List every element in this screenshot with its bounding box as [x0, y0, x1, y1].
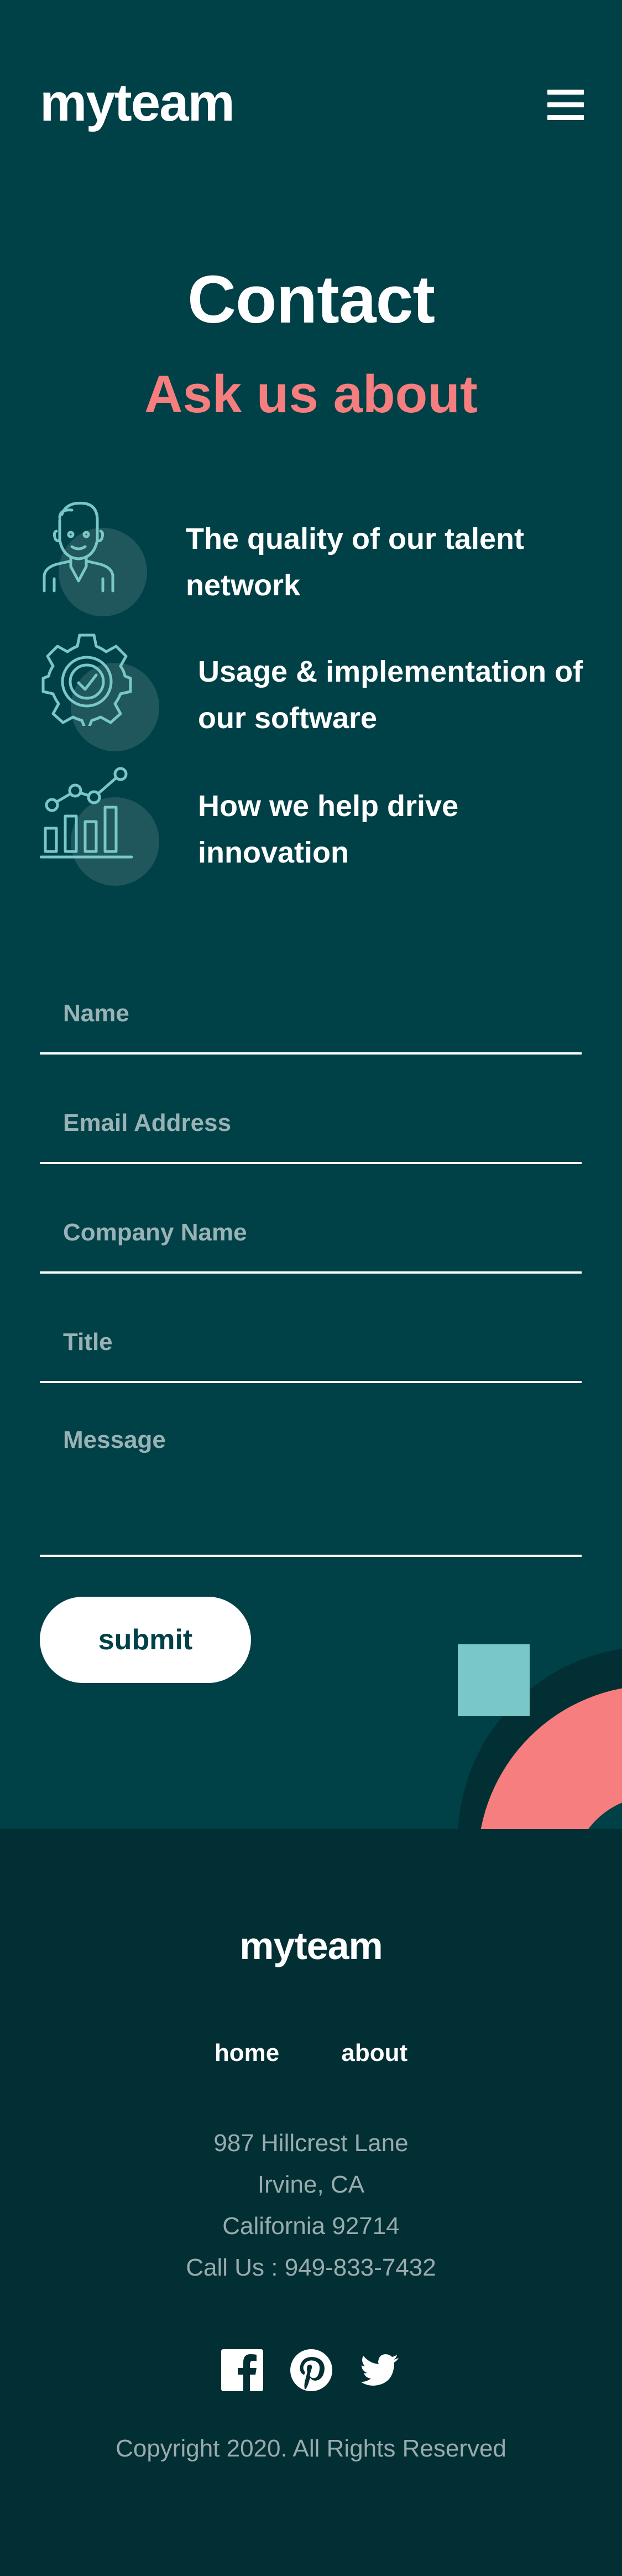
- menu-bar: [547, 90, 584, 95]
- title-input[interactable]: [40, 1306, 582, 1379]
- feature-text: How we help drive innovation: [198, 790, 459, 869]
- copyright-text: Copyright 2020. All Rights Reserved: [116, 2435, 506, 2462]
- person-icon: [40, 498, 161, 631]
- menu-bar: [547, 115, 584, 120]
- company-field: [40, 1196, 582, 1274]
- feature-talent-network: The quality of our talent network: [40, 498, 593, 631]
- social-links: [0, 2349, 622, 2391]
- message-field: [40, 1415, 582, 1557]
- message-input[interactable]: [40, 1415, 582, 1552]
- phone-line: Call Us : 949-833-7432: [186, 2254, 436, 2281]
- footer-nav: home about: [0, 2041, 622, 2065]
- hamburger-menu-icon[interactable]: [547, 90, 584, 121]
- decorative-teal-square: [458, 1644, 530, 1716]
- address-line: 987 Hillcrest Lane: [213, 2130, 409, 2157]
- footer: myteam home about 987 Hillcrest Lane Irv…: [0, 1829, 622, 2576]
- gear-check-icon: [40, 632, 161, 765]
- facebook-icon[interactable]: [221, 2349, 264, 2391]
- name-field: [40, 977, 582, 1055]
- menu-bar: [547, 102, 584, 107]
- contact-section: myteam Contact Ask us about The quality …: [0, 0, 622, 1829]
- chart-growth-icon: [40, 766, 161, 899]
- address-line: California 92714: [222, 2213, 400, 2240]
- footer-logo[interactable]: myteam: [0, 1926, 622, 1965]
- pinterest-icon[interactable]: [290, 2349, 332, 2391]
- footer-nav-about[interactable]: about: [341, 2039, 407, 2066]
- email-field: [40, 1087, 582, 1164]
- name-input[interactable]: [40, 977, 582, 1050]
- footer-nav-home[interactable]: home: [215, 2039, 279, 2066]
- footer-address: 987 Hillcrest Lane Irvine, CA California…: [0, 2122, 622, 2288]
- feature-text: The quality of our talent network: [186, 522, 525, 602]
- address-line: Irvine, CA: [257, 2171, 365, 2198]
- submit-button[interactable]: submit: [40, 1597, 251, 1683]
- page-title: Contact: [187, 262, 435, 337]
- twitter-icon[interactable]: [359, 2349, 401, 2391]
- feature-software: Usage & implementation of our software: [40, 632, 593, 765]
- header-logo[interactable]: myteam: [40, 76, 235, 129]
- page-subtitle: Ask us about: [144, 365, 478, 424]
- company-input[interactable]: [40, 1196, 582, 1269]
- email-input[interactable]: [40, 1087, 582, 1160]
- title-field: [40, 1306, 582, 1383]
- feature-text: Usage & implementation of our software: [198, 655, 583, 735]
- feature-innovation: How we help drive innovation: [40, 766, 593, 899]
